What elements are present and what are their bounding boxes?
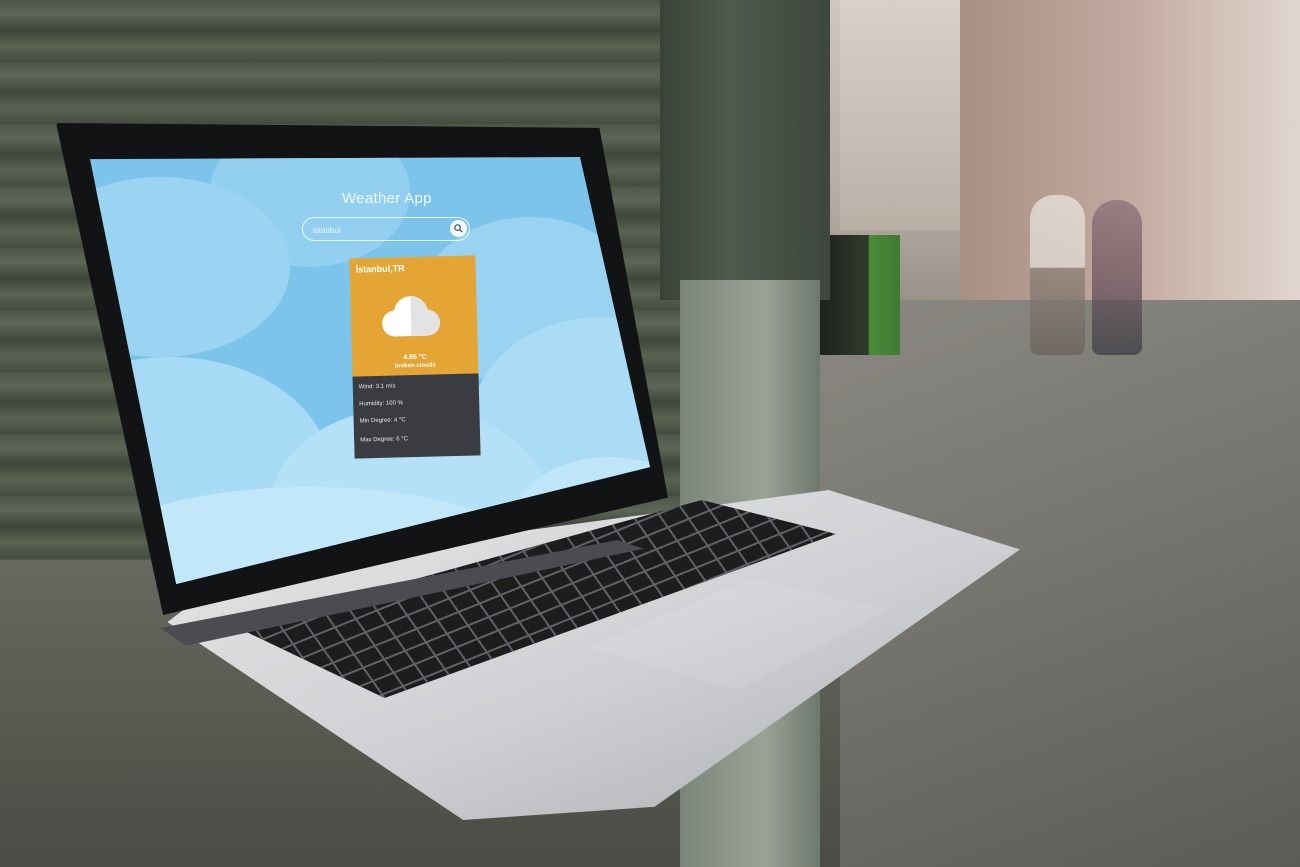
location-name: İstanbul,TR	[355, 263, 405, 275]
building-background	[840, 0, 970, 230]
search-bar	[302, 217, 470, 241]
wall-pillar	[660, 0, 830, 300]
cloud-icon	[372, 292, 445, 347]
search-button[interactable]	[450, 220, 467, 237]
wind-speed: Wind: 3.1 m/s	[358, 383, 396, 391]
weather-card: İstanbul,TR 4.86 °C broken clouds Wind: …	[349, 255, 481, 459]
humidity: Humidity: 100 %	[359, 400, 403, 408]
weather-description: broken clouds	[394, 362, 436, 370]
pedestrian	[1092, 200, 1142, 355]
trash-bins	[820, 235, 900, 355]
search-input[interactable]	[311, 221, 455, 239]
pedestrian	[1030, 195, 1085, 355]
min-degree: Min Degree: 4 °C	[359, 417, 406, 425]
max-degree: Max Degree: 6 °C	[360, 436, 408, 444]
app-title: Weather App	[342, 190, 432, 207]
weather-card-header: İstanbul,TR 4.86 °C broken clouds	[349, 255, 479, 377]
weather-details: Wind: 3.1 m/s Humidity: 100 % Min Degree…	[352, 373, 481, 459]
search-icon	[454, 220, 463, 238]
